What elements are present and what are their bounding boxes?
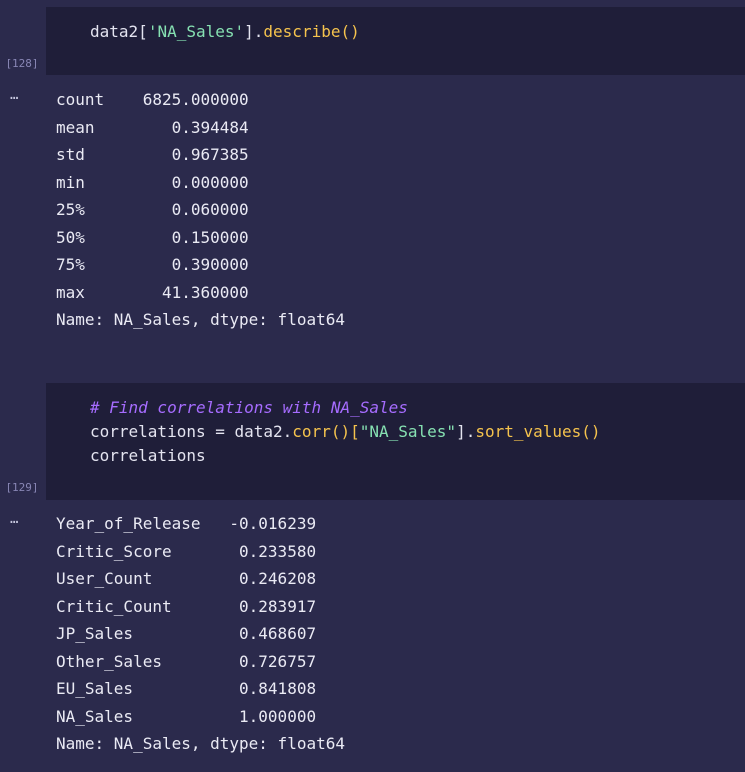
code-token: data2 <box>90 22 139 41</box>
execution-count: [128] <box>5 57 39 70</box>
code-cell-129[interactable]: # Find correlations with NA_Sales correl… <box>46 383 745 500</box>
code-token: () <box>581 422 601 441</box>
code-token: ]. <box>244 22 264 41</box>
code-token: data2. <box>234 422 293 441</box>
code-token: correlations <box>90 422 206 441</box>
output-more-icon[interactable]: … <box>10 511 19 527</box>
notebook: data2['NA_Sales'].describe() [128] … cou… <box>0 0 745 772</box>
output-more-icon[interactable]: … <box>10 87 19 103</box>
code-token: sort_values <box>475 422 582 441</box>
cell-output: count 6825.000000 mean 0.394484 std 0.96… <box>56 90 345 329</box>
code-token: correlations <box>90 446 206 465</box>
code-token: ()[ <box>330 422 360 441</box>
code-token: = <box>205 422 235 441</box>
code-token: # Find correlations with NA_Sales <box>90 398 408 417</box>
code-token: describe <box>263 22 341 41</box>
execution-count: [129] <box>5 481 39 494</box>
code-comment-line: # Find correlations with NA_Sales <box>90 397 408 419</box>
code-token: [ <box>138 22 148 41</box>
code-token: 'NA_Sales' <box>147 22 245 41</box>
code-token: () <box>340 22 360 41</box>
code-token: ]. <box>456 422 476 441</box>
cell-output: Year_of_Release -0.016239 Critic_Score 0… <box>56 514 345 753</box>
code-line: correlations <box>90 445 206 467</box>
code-line: correlations = data2.corr()["NA_Sales"].… <box>90 421 601 443</box>
code-token: corr <box>292 422 331 441</box>
code-token: "NA_Sales" <box>359 422 457 441</box>
code-cell-128[interactable]: data2['NA_Sales'].describe() <box>46 7 745 75</box>
code-line: data2['NA_Sales'].describe() <box>90 21 360 43</box>
